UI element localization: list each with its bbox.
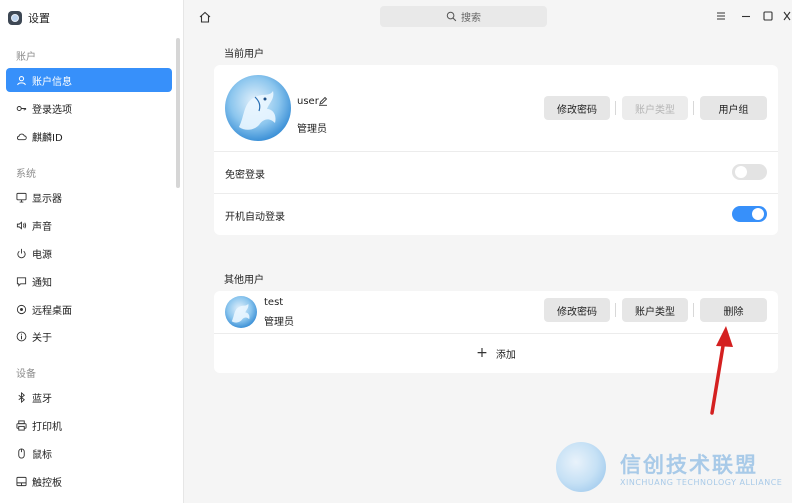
sidebar-item-label: 登录选项 — [32, 104, 72, 116]
pencil-icon — [319, 96, 328, 106]
bluetooth-icon — [16, 391, 27, 403]
search-placeholder: 搜索 — [461, 13, 481, 24]
sidebar-item-kylin-id[interactable]: 麒麟ID — [6, 124, 172, 148]
row-divider — [214, 151, 778, 152]
sidebar-item-label: 麒麟ID — [32, 132, 63, 144]
menu-button[interactable] — [715, 10, 727, 22]
current-username: user — [297, 96, 319, 107]
sidebar-item-mouse[interactable]: 鼠标 — [6, 441, 172, 465]
sidebar-item-remote-desktop[interactable]: 远程桌面 — [6, 297, 172, 321]
current-change-password-button[interactable]: 修改密码 — [544, 96, 610, 120]
annotation-arrow — [710, 326, 733, 415]
edit-username-button[interactable] — [318, 96, 328, 106]
button-separator — [615, 303, 616, 317]
passwordless-login-label: 免密登录 — [225, 170, 265, 181]
sidebar-item-label: 远程桌面 — [32, 305, 72, 317]
other-users-title: 其他用户 — [224, 275, 264, 286]
speaker-icon — [16, 220, 27, 231]
watermark-logo — [556, 442, 606, 492]
sidebar-item-label: 电源 — [32, 249, 52, 261]
watermark-title: 信创技术联盟 — [620, 453, 758, 477]
other-user-avatar[interactable] — [225, 296, 257, 328]
printer-icon — [16, 419, 27, 431]
current-account-type-button[interactable]: 账户类型 — [622, 96, 688, 120]
minimize-button[interactable] — [740, 10, 752, 22]
monitor-icon — [16, 192, 27, 203]
sidebar-item-about[interactable]: 关于 — [6, 324, 172, 348]
sidebar-scrollbar[interactable] — [176, 38, 180, 188]
current-user-title: 当前用户 — [224, 49, 264, 60]
maximize-button[interactable] — [762, 10, 774, 22]
sidebar-item-label: 通知 — [32, 277, 52, 289]
app-title: 设置 — [28, 12, 50, 25]
sidebar-item-notifications[interactable]: 通知 — [6, 269, 172, 293]
watermark-subtitle: XINCHUANG TECHNOLOGY ALLIANCE — [620, 478, 783, 487]
home-icon — [199, 11, 211, 23]
sidebar-item-printer[interactable]: 打印机 — [6, 413, 172, 437]
hamburger-menu-icon — [717, 12, 725, 20]
search-input[interactable]: 搜索 — [380, 6, 547, 27]
remote-desktop-icon — [16, 304, 27, 315]
other-account-type-button[interactable]: 账户类型 — [622, 298, 688, 322]
user-icon — [16, 75, 27, 86]
sidebar-item-touchpad[interactable]: 触控板 — [6, 469, 172, 493]
add-user-button[interactable]: + 添加 — [214, 334, 778, 372]
sidebar-item-label: 声音 — [32, 221, 52, 233]
group-label-devices: 设备 — [16, 369, 36, 380]
sidebar-item-label: 触控板 — [32, 477, 62, 489]
sidebar-item-power[interactable]: 电源 — [6, 241, 172, 265]
mouse-icon — [16, 447, 27, 459]
other-user-role: 管理员 — [264, 317, 294, 328]
cloud-icon — [16, 131, 27, 142]
close-icon — [783, 11, 791, 21]
plus-icon: + — [476, 345, 488, 361]
delete-user-button[interactable]: 删除 — [700, 298, 767, 322]
info-icon — [16, 331, 27, 342]
close-button[interactable] — [782, 10, 792, 22]
power-icon — [16, 248, 27, 259]
message-icon — [16, 276, 27, 287]
auto-login-toggle[interactable] — [732, 206, 767, 222]
group-label-system: 系统 — [16, 169, 36, 180]
sidebar: 设置 账户 账户信息 登录选项 麒麟ID 系统 显示器 声音 电源 通知 远程桌… — [0, 0, 184, 503]
row-divider — [214, 193, 778, 194]
sidebar-item-account-info[interactable]: 账户信息 — [6, 68, 172, 92]
sidebar-item-label: 蓝牙 — [32, 393, 52, 405]
sidebar-item-sound[interactable]: 声音 — [6, 213, 172, 237]
current-user-card — [214, 65, 778, 235]
user-group-button[interactable]: 用户组 — [700, 96, 767, 120]
sidebar-item-label: 账户信息 — [32, 76, 72, 88]
auto-login-label: 开机自动登录 — [225, 212, 285, 223]
add-user-label: 添加 — [495, 349, 516, 361]
minimize-icon — [742, 15, 750, 18]
dragon-avatar-icon — [239, 91, 276, 130]
other-username: test — [264, 297, 284, 308]
group-label-account: 账户 — [16, 52, 36, 63]
other-change-password-button[interactable]: 修改密码 — [544, 298, 610, 322]
search-icon — [446, 11, 457, 22]
current-user-role: 管理员 — [297, 124, 327, 135]
current-user-avatar[interactable] — [225, 75, 291, 141]
sidebar-item-label: 打印机 — [32, 421, 62, 433]
sidebar-item-label: 显示器 — [32, 193, 62, 205]
touchpad-icon — [16, 476, 27, 487]
sidebar-item-label: 关于 — [32, 332, 52, 344]
button-separator — [693, 101, 694, 115]
settings-app-icon — [8, 11, 22, 25]
button-separator — [693, 303, 694, 317]
passwordless-login-toggle[interactable] — [732, 164, 767, 180]
key-icon — [16, 103, 27, 114]
sidebar-item-label: 鼠标 — [32, 449, 52, 461]
sidebar-item-bluetooth[interactable]: 蓝牙 — [6, 385, 172, 409]
maximize-icon — [763, 11, 773, 21]
app-header: 设置 — [8, 10, 50, 26]
button-separator — [615, 101, 616, 115]
sidebar-item-display[interactable]: 显示器 — [6, 185, 172, 209]
home-button[interactable] — [198, 10, 212, 24]
dragon-avatar-icon — [231, 303, 250, 323]
sidebar-item-login-options[interactable]: 登录选项 — [6, 96, 172, 120]
